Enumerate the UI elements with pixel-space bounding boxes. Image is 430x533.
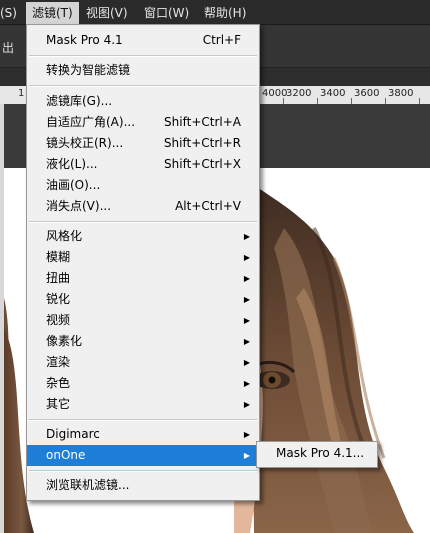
menu-item-label: 液化(L)... [46, 157, 98, 171]
menu-item-oil-paint[interactable]: 油画(O)... [27, 175, 259, 196]
menu-item-label: 扭曲 [46, 271, 71, 285]
ruler-label: 3800 [388, 88, 414, 99]
menu-separator [29, 85, 257, 87]
menu-item-filter-gallery[interactable]: 滤镜库(G)... [27, 91, 259, 112]
menu-item-distort[interactable]: 扭曲 ▶ [27, 268, 259, 289]
submenu-arrow-icon: ▶ [243, 232, 250, 241]
menu-item-label: 像素化 [46, 334, 83, 348]
submenu-arrow-icon: ▶ [243, 295, 250, 304]
menu-item-label: Mask Pro 4.1 [46, 33, 123, 47]
menu-item-other[interactable]: 其它 ▶ [27, 394, 259, 415]
menu-item-label: 油画(O)... [46, 178, 101, 192]
menu-item-vanishing-point[interactable]: 消失点(V)... Alt+Ctrl+V [27, 196, 259, 217]
menu-item-label: 滤镜库(G)... [46, 94, 113, 108]
menu-separator [29, 470, 257, 472]
menu-item-label: 渲染 [46, 355, 71, 369]
menu-item-label: 其它 [46, 397, 71, 411]
menu-item-onone[interactable]: onOne ▶ [27, 445, 259, 466]
submenu-arrow-icon: ▶ [243, 451, 250, 460]
menu-item-label: 模糊 [46, 250, 71, 264]
menu-item-shortcut: Ctrl+F [202, 33, 241, 47]
submenu-arrow-icon: ▶ [243, 379, 250, 388]
menu-item-label: 锐化 [46, 292, 71, 306]
submenu-item-mask-pro[interactable]: Mask Pro 4.1... [276, 446, 364, 460]
menu-separator [29, 55, 257, 57]
menu-item-label: onOne [46, 448, 86, 462]
menu-select[interactable]: (S) [0, 4, 17, 22]
submenu-arrow-icon: ▶ [243, 337, 250, 346]
menu-item-video[interactable]: 视频 ▶ [27, 310, 259, 331]
ruler-label: 3200 [286, 88, 312, 99]
menu-item-browse-filters-online[interactable]: 浏览联机滤镜... [27, 475, 259, 496]
menu-item-label: 自适应广角(A)... [46, 115, 136, 129]
submenu-arrow-icon: ▶ [243, 400, 250, 409]
menu-item-shortcut: Alt+Ctrl+V [175, 199, 241, 213]
menu-item-label: 镜头校正(R)... [46, 136, 124, 150]
menu-help[interactable]: 帮助(H) [204, 4, 246, 22]
menu-item-pixelate[interactable]: 像素化 ▶ [27, 331, 259, 352]
menu-item-label: 杂色 [46, 376, 71, 390]
ruler-label: 3400 [320, 88, 346, 99]
menu-separator [29, 221, 257, 223]
menu-item-shortcut: Shift+Ctrl+R [163, 136, 241, 150]
submenu-arrow-icon: ▶ [243, 358, 250, 367]
ruler-label: 1 [18, 88, 25, 99]
ruler-label: 3600 [354, 88, 380, 99]
menu-item-label: 浏览联机滤镜... [46, 478, 130, 492]
menu-item-stylize[interactable]: 风格化 ▶ [27, 226, 259, 247]
menu-item-label: 风格化 [46, 229, 83, 243]
menu-item-adaptive-wide-angle[interactable]: 自适应广角(A)... Shift+Ctrl+A [27, 112, 259, 133]
menu-item-label: 转换为智能滤镜 [46, 63, 131, 77]
submenu-arrow-icon: ▶ [243, 274, 250, 283]
menu-item-liquify[interactable]: 液化(L)... Shift+Ctrl+X [27, 154, 259, 175]
menu-item-label: 视频 [46, 313, 71, 327]
menu-bar: (S) 滤镜(T) 视图(V) 窗口(W) 帮助(H) [0, 0, 430, 25]
submenu-arrow-icon: ▶ [243, 430, 250, 439]
submenu-arrow-icon: ▶ [243, 253, 250, 262]
menu-separator [29, 419, 257, 421]
menu-item-shortcut: Shift+Ctrl+X [164, 157, 241, 171]
menu-view[interactable]: 视图(V) [86, 4, 128, 22]
menu-item-shortcut: Shift+Ctrl+A [164, 115, 241, 129]
menu-item-last-filter[interactable]: Mask Pro 4.1 Ctrl+F [27, 30, 259, 51]
onone-submenu: Mask Pro 4.1... [256, 441, 378, 468]
menu-item-label: 消失点(V)... [46, 199, 112, 213]
menu-window[interactable]: 窗口(W) [144, 4, 189, 22]
menu-filter[interactable]: 滤镜(T) [26, 2, 79, 24]
menu-item-noise[interactable]: 杂色 ▶ [27, 373, 259, 394]
submenu-arrow-icon: ▶ [243, 316, 250, 325]
menu-item-render[interactable]: 渲染 ▶ [27, 352, 259, 373]
menu-item-lens-correction[interactable]: 镜头校正(R)... Shift+Ctrl+R [27, 133, 259, 154]
menu-item-sharpen[interactable]: 锐化 ▶ [27, 289, 259, 310]
options-bar-text: 出 [2, 41, 15, 55]
menu-item-digimarc[interactable]: Digimarc ▶ [27, 424, 259, 445]
menu-item-convert-smart-filters[interactable]: 转换为智能滤镜 [27, 60, 259, 81]
menu-item-blur[interactable]: 模糊 ▶ [27, 247, 259, 268]
menu-item-label: Digimarc [46, 427, 100, 441]
filter-menu: Mask Pro 4.1 Ctrl+F 转换为智能滤镜 滤镜库(G)... 自适… [26, 24, 260, 501]
